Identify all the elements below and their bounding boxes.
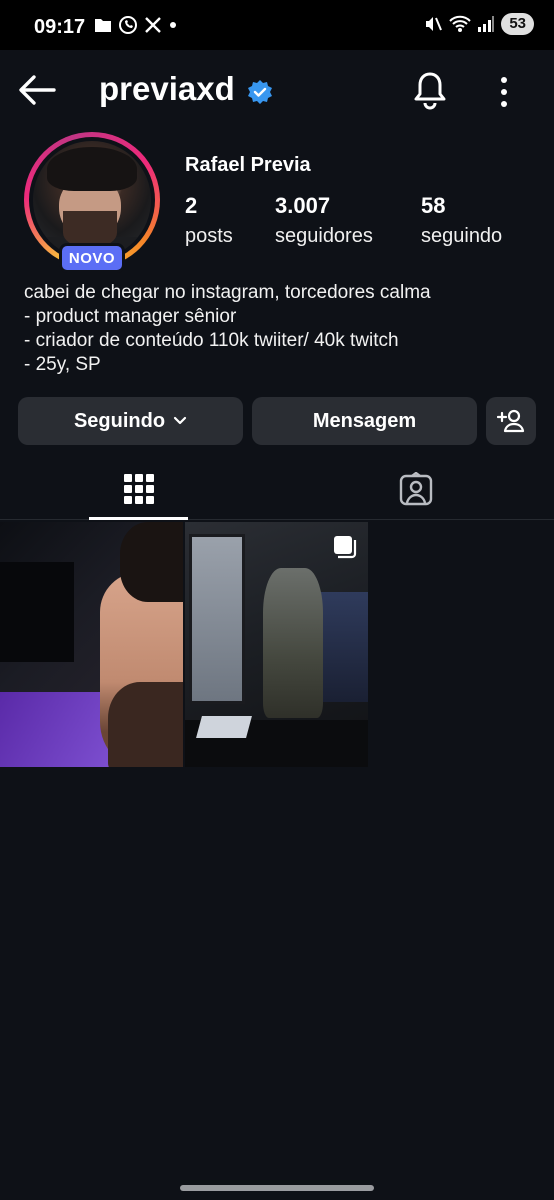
more-vertical-icon[interactable] — [494, 74, 514, 110]
message-button-label: Mensagem — [312, 409, 417, 432]
mute-icon — [426, 17, 443, 31]
chevron-down-icon — [173, 416, 187, 425]
back-arrow-icon[interactable] — [18, 72, 56, 108]
tagged-icon — [399, 471, 432, 505]
tab-posts-grid[interactable] — [89, 458, 188, 519]
stat-followers[interactable]: 3.007 seguidores — [275, 193, 373, 248]
stat-following-value: 58 — [421, 193, 446, 218]
add-person-icon — [497, 409, 525, 433]
avatar-photo — [33, 141, 151, 259]
dot-icon — [170, 22, 176, 28]
status-right-icons: 53 — [423, 13, 534, 35]
x-icon — [145, 17, 161, 33]
wifi-icon — [449, 15, 472, 32]
bio-line: cabei de chegar no instagram, torcedores… — [24, 282, 431, 303]
suggest-people-button[interactable] — [486, 397, 536, 445]
folder-icon — [95, 19, 111, 32]
following-button-label: Seguindo — [73, 409, 166, 432]
new-badge: NOVO — [59, 243, 125, 273]
bio-line: - product manager sênior — [24, 306, 237, 327]
stat-following-label: seguindo — [421, 225, 503, 247]
screen: 09:17 53 previaxd NOVO Rafael Previa 2 p… — [0, 0, 554, 1200]
stat-followers-label: seguidores — [275, 225, 373, 247]
active-tab-indicator — [89, 517, 188, 520]
stat-posts-label: posts — [185, 225, 233, 247]
tab-tagged[interactable] — [366, 458, 465, 519]
stat-posts-value: 2 — [185, 193, 198, 218]
signal-icon — [478, 16, 495, 32]
username: previaxd — [99, 70, 235, 107]
following-button[interactable]: Seguindo — [18, 397, 243, 445]
bio: cabei de chegar no instagram, torcedores… — [24, 281, 544, 377]
profile-header: previaxd — [0, 50, 554, 130]
battery-level: 53 — [501, 13, 534, 35]
message-button[interactable]: Mensagem — [252, 397, 477, 445]
full-name: Rafael Previa — [185, 154, 311, 176]
home-indicator[interactable] — [180, 1185, 374, 1191]
bio-line: - criador de conteúdo 110k twiiter/ 40k … — [24, 330, 399, 351]
post-thumbnail[interactable] — [0, 522, 183, 767]
stat-following[interactable]: 58 seguindo — [421, 193, 502, 248]
bio-line: - 25y, SP — [24, 354, 101, 375]
verified-badge-icon — [248, 80, 272, 104]
grid-icon — [123, 473, 154, 504]
bell-icon[interactable] — [412, 70, 448, 110]
status-left-icons — [94, 15, 178, 35]
whatsapp-icon — [119, 16, 137, 34]
stat-followers-value: 3.007 — [275, 193, 331, 218]
profile-tabs — [0, 458, 554, 520]
status-time: 09:17 — [34, 16, 86, 38]
post-thumbnail[interactable] — [185, 522, 368, 767]
stat-posts[interactable]: 2 posts — [185, 193, 233, 248]
status-bar: 09:17 53 — [0, 0, 554, 50]
multiple-photos-icon — [334, 536, 357, 559]
